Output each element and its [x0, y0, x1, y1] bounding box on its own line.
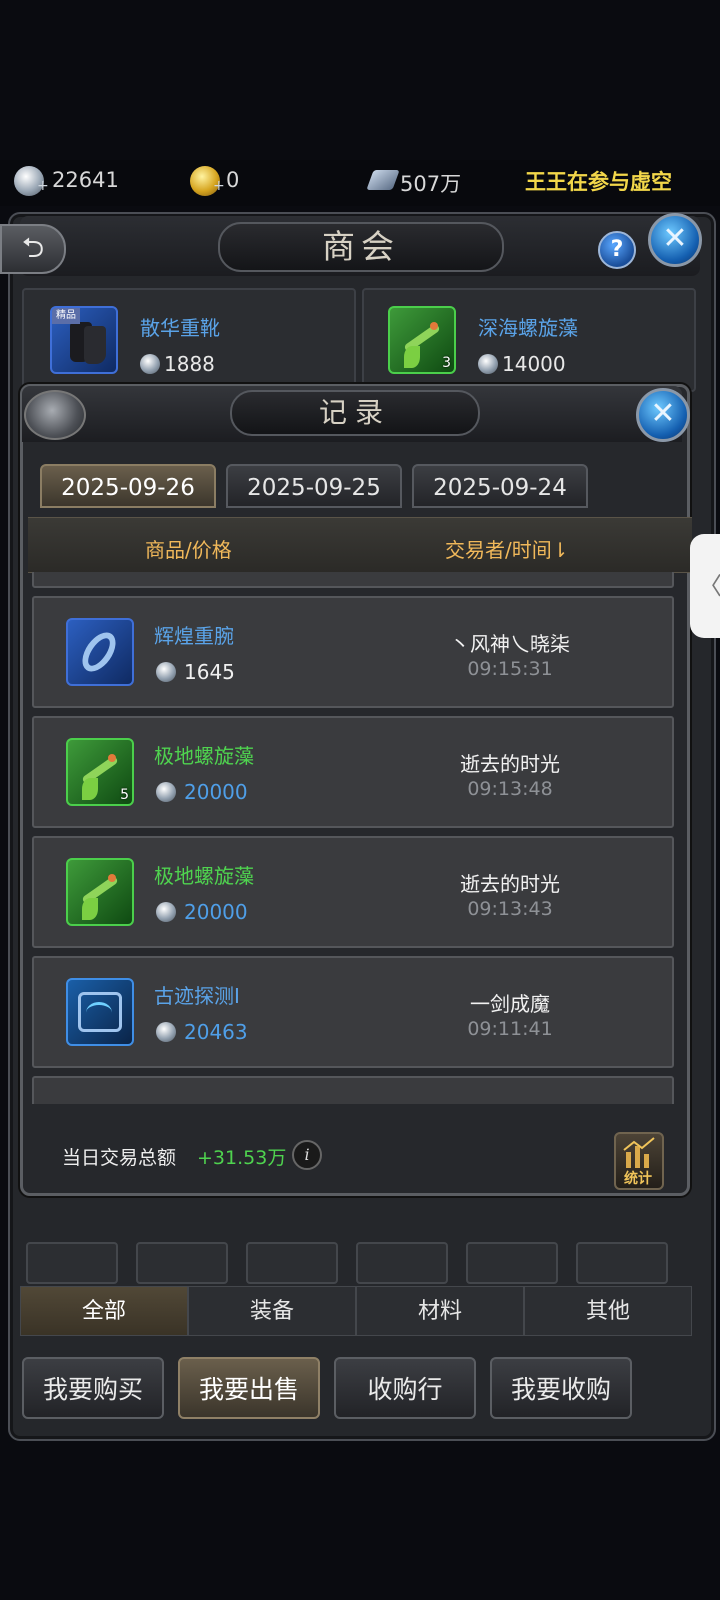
table-row: 古迹探测Ⅰ 20463 一剑成魔 09:11:41	[32, 956, 674, 1068]
trader-name: 逝去的时光	[460, 752, 560, 776]
item-name: 辉煌重腕	[154, 624, 234, 648]
close-panel-button[interactable]: ✕	[648, 213, 702, 267]
silver-amount: 22641	[52, 168, 119, 192]
add-silver-icon[interactable]: +	[37, 178, 49, 194]
daily-total-label: 当日交易总额	[62, 1147, 177, 1169]
item-count: 3	[442, 355, 451, 371]
item-price: 20463	[184, 1020, 248, 1044]
item-price: 20000	[184, 780, 248, 804]
silver-coin-icon	[140, 354, 160, 374]
item-price: 20000	[184, 900, 248, 924]
herb-icon	[66, 858, 134, 926]
announcement-marquee: 王王在参与虚空	[525, 170, 672, 194]
listing-price: 1888	[164, 352, 215, 376]
panel-title: 商会	[322, 227, 400, 266]
grid-slot[interactable]	[26, 1242, 118, 1284]
record-list[interactable]: 辉煌重腕 1645 丶风神乀晓柒 09:15:31 5 极地螺旋藻 20000 …	[28, 572, 692, 1104]
trader-name: 丶风神乀晓柒	[450, 632, 570, 656]
col-trader-time[interactable]: 交易者/时间⇂	[445, 534, 569, 563]
buy-orders-button[interactable]: 收购行	[334, 1357, 476, 1419]
back-arrow-icon: ⮌	[21, 231, 45, 264]
trade-time: 09:15:31	[467, 658, 553, 680]
record-title: 记录	[318, 396, 391, 429]
boots-icon: 精品	[50, 306, 118, 374]
silver-coin-icon	[156, 1022, 176, 1042]
add-gold-icon[interactable]: +	[213, 178, 225, 194]
crystal-amount: 507万	[400, 172, 462, 196]
filter-materials[interactable]: 材料	[356, 1286, 524, 1336]
table-row	[32, 1076, 674, 1104]
gold-amount: 0	[226, 168, 240, 192]
stats-label: 统计	[624, 1171, 652, 1187]
grid-slot[interactable]	[576, 1242, 668, 1284]
grid-slot[interactable]	[356, 1242, 448, 1284]
item-price: 1645	[184, 660, 235, 684]
herb-icon: 5	[66, 738, 134, 806]
info-icon[interactable]: i	[292, 1140, 322, 1170]
silver-coin-icon	[156, 782, 176, 802]
filter-equipment[interactable]: 装备	[188, 1286, 356, 1336]
trader-name: 一剑成魔	[470, 992, 550, 1016]
listing-price: 14000	[502, 352, 566, 376]
filter-all[interactable]: 全部	[20, 1286, 188, 1336]
tab-date-1[interactable]: 2025-09-26	[40, 464, 216, 508]
grid-slot[interactable]	[466, 1242, 558, 1284]
item-name: 极地螺旋藻	[154, 744, 254, 768]
listing-name: 深海螺旋藻	[478, 316, 578, 340]
ornament-icon	[24, 390, 86, 440]
listing-name: 散华重靴	[140, 316, 220, 340]
back-button[interactable]: ⮌	[0, 224, 66, 274]
tab-date-3[interactable]: 2025-09-24	[412, 464, 588, 508]
scanner-icon	[66, 978, 134, 1046]
daily-total-value: +31.53万	[197, 1147, 287, 1169]
buy-button[interactable]: 我要购买	[22, 1357, 164, 1419]
silver-coin-icon	[156, 662, 176, 682]
trade-time: 09:13:48	[467, 778, 553, 800]
sell-button[interactable]: 我要出售	[178, 1357, 320, 1419]
bracer-icon	[66, 618, 134, 686]
table-row	[32, 572, 674, 588]
item-count: 5	[120, 787, 129, 803]
column-header	[28, 517, 692, 573]
item-name: 古迹探测Ⅰ	[154, 984, 240, 1008]
trader-name: 逝去的时光	[460, 872, 560, 896]
place-buy-order-button[interactable]: 我要收购	[490, 1357, 632, 1419]
grid-slot[interactable]	[246, 1242, 338, 1284]
help-button[interactable]: ?	[598, 231, 636, 269]
filter-other[interactable]: 其他	[524, 1286, 692, 1336]
tab-date-2[interactable]: 2025-09-25	[226, 464, 402, 508]
item-name: 极地螺旋藻	[154, 864, 254, 888]
side-drawer-tab[interactable]: 〈	[690, 534, 720, 638]
close-record-button[interactable]: ✕	[636, 388, 690, 442]
trade-time: 09:13:43	[467, 898, 553, 920]
table-row: 辉煌重腕 1645 丶风神乀晓柒 09:15:31	[32, 596, 674, 708]
col-item-price: 商品/价格	[145, 538, 232, 562]
herb-icon: 3	[388, 306, 456, 374]
grid-slot[interactable]	[136, 1242, 228, 1284]
silver-coin-icon	[156, 902, 176, 922]
trade-time: 09:11:41	[467, 1018, 553, 1040]
table-row: 极地螺旋藻 20000 逝去的时光 09:13:43	[32, 836, 674, 948]
silver-coin-icon	[478, 354, 498, 374]
item-tag: 精品	[52, 308, 80, 324]
table-row: 5 极地螺旋藻 20000 逝去的时光 09:13:48	[32, 716, 674, 828]
